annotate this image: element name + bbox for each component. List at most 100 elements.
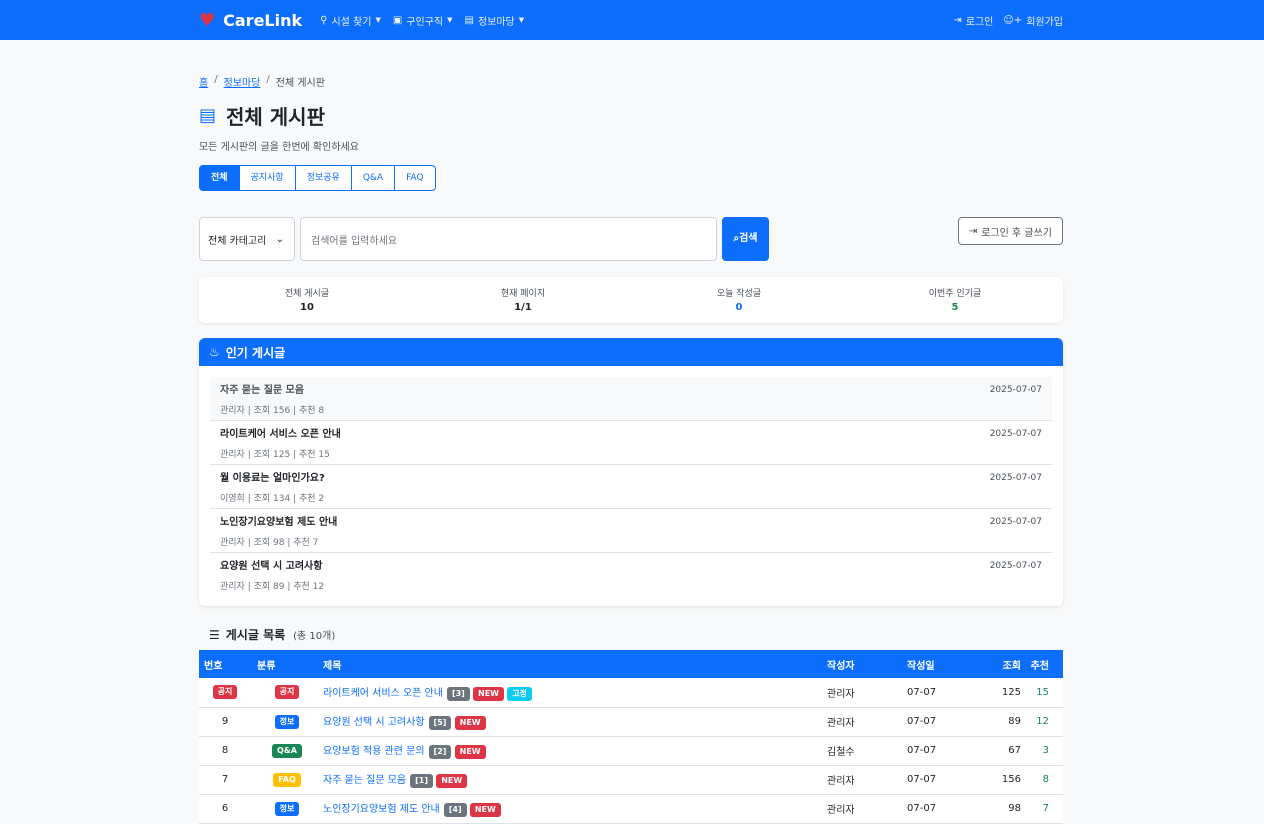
new-badge: NEW — [473, 686, 504, 701]
cell-date: 07-07 — [907, 736, 973, 766]
write-button[interactable]: ⇥ 로그인 후 글쓰기 — [957, 217, 1063, 245]
row-number: 6 — [221, 803, 229, 814]
search-input[interactable]: 검색어를 입력하세요 — [300, 217, 717, 261]
post-table: 번호 분류 제목 작성자 작성일 조회 추천 공지 공지 라이트케어 서비스 오픈 … — [199, 650, 1063, 824]
list-icon: ☰ — [209, 628, 220, 642]
page-title: ▤ 전체 게시판 — [199, 101, 1063, 130]
cell-title: 노인장기요양보험 제도 안내 [4] NEW — [323, 794, 827, 824]
table-row[interactable]: 공지 공지 라이트케어 서비스 오픈 안내 [3] NEW 고정 관리자 07-07 125… — [199, 678, 1063, 708]
cell-date: 07-07 — [907, 678, 973, 708]
stat-page: 현재 페이지 1/1 — [500, 289, 546, 313]
col-number[interactable]: 번호 — [199, 650, 251, 678]
popular-post-item[interactable]: 요양원 선택 시 고려사항 관리자 | 조회 89 | 추천 12 2025-07… — [210, 553, 1052, 597]
cell-title: 요양원 선택 시 고려사항 [5] NEW — [323, 707, 827, 737]
new-badge: NEW — [469, 803, 501, 817]
tab-qna[interactable]: Q&A — [350, 165, 396, 191]
heart-icon: ♥ — [199, 9, 216, 31]
cell-date: 07-07 — [907, 707, 973, 737]
tab-faq[interactable]: FAQ — [394, 165, 436, 191]
category-select[interactable]: 전체 카테고리 ⌄ — [199, 217, 295, 261]
category-badge: FAQ — [273, 772, 301, 787]
post-title-link[interactable]: 라이트케어 서비스 오픈 안내 — [323, 688, 443, 699]
cell-author: 관리자 — [827, 678, 907, 708]
briefcase-icon: ▣ — [392, 14, 403, 26]
post-title-link[interactable]: 노인장기요양보험 제도 안내 — [323, 804, 440, 815]
post-list-title: 게시글 목록 — [225, 628, 286, 642]
caret-down-icon: ▼ — [518, 16, 525, 24]
category-badge: 정보 — [274, 801, 300, 816]
breadcrumb-home[interactable]: 홈 — [199, 74, 208, 89]
stat-today: 오늘 작성글 0 — [716, 289, 762, 313]
nav-jobs-dropdown[interactable]: ▣ 구인구직 ▼ — [393, 13, 453, 28]
cell-views: 156 — [973, 765, 1021, 795]
brand-name: CareLink — [223, 10, 303, 30]
cell-author: 관리자 — [827, 794, 907, 824]
signup-link[interactable]: ☺+ 회원가입 — [1003, 13, 1063, 28]
category-tabs: 전체 공지사항 정보공유 Q&A FAQ — [199, 165, 1063, 191]
notice-badge: 공지 — [212, 685, 238, 700]
popular-post-item[interactable]: 월 이용료는 얼마인가요? 이영희 | 조회 134 | 추천 2 2025-07… — [210, 465, 1052, 509]
breadcrumb-info[interactable]: 정보마당 — [224, 74, 261, 89]
brand-logo[interactable]: ♥ CareLink — [199, 10, 302, 31]
row-number: 9 — [221, 716, 229, 727]
popular-post-item[interactable]: 노인장기요양보험 제도 안내 관리자 | 조회 98 | 추천 7 2025-07… — [210, 509, 1052, 553]
new-badge: NEW — [454, 745, 486, 759]
post-list-header: ☰ 게시글 목록 (총 10개) — [199, 626, 1063, 643]
col-category[interactable]: 분류 — [251, 650, 323, 678]
category-badge: Q&A — [272, 743, 302, 758]
user-plus-icon: ☺+ — [1003, 14, 1023, 26]
popular-posts-list: 자주 묻는 질문 모음 관리자 | 조회 156 | 추천 8 2025-07-0… — [199, 366, 1063, 606]
map-pin-icon: ⚲ — [320, 14, 328, 26]
stat-weekly-popular: 이번주 인기글 5 — [928, 289, 982, 313]
popular-posts-card: ♨ 인기 게시글 자주 묻는 질문 모음 관리자 | 조회 156 | 추천 8 … — [199, 338, 1063, 606]
post-title-link[interactable]: 요양원 선택 시 고려사항 — [323, 717, 425, 728]
col-views[interactable]: 조회 — [973, 650, 1021, 678]
comment-count-badge: [3] — [446, 686, 470, 701]
comment-count-badge: [4] — [443, 803, 467, 817]
top-navbar: ♥ CareLink ⚲ 시설 찾기 ▼ ▣ 구인구직 ▼ ▤ 정보마당 ▼ ⇥ — [0, 0, 1264, 40]
popular-post-item[interactable]: 라이트케어 서비스 오픈 안내 관리자 | 조회 125 | 추천 15 2025… — [210, 421, 1052, 465]
cell-author: 관리자 — [827, 707, 907, 737]
table-row[interactable]: 9 정보 요양원 선택 시 고려사항 [5] NEW 관리자 07-07 89 12 — [199, 707, 1063, 737]
tab-all[interactable]: 전체 — [199, 165, 240, 191]
category-select-value: 전체 카테고리 — [208, 235, 267, 247]
popular-posts-header: ♨ 인기 게시글 — [199, 338, 1063, 366]
login-link[interactable]: ⇥ 로그인 — [953, 13, 993, 28]
pinned-badge: 고정 — [507, 686, 532, 701]
page-title-text: 전체 게시판 — [226, 105, 325, 129]
category-badge: 공지 — [274, 685, 300, 700]
tab-info-share[interactable]: 정보공유 — [294, 165, 352, 191]
cell-views: 67 — [973, 736, 1021, 766]
cell-title: 자주 묻는 질문 모음 [1] NEW — [323, 765, 827, 795]
search-button[interactable]: ⌕ 검색 — [722, 217, 769, 261]
chevron-down-icon: ⌄ — [275, 233, 284, 245]
post-title-link[interactable]: 자주 묻는 질문 모음 — [323, 775, 406, 786]
table-row[interactable]: 8 Q&A 요양보험 적용 관련 문의 [2] NEW 김철수 07-07 67 3 — [199, 736, 1063, 766]
popular-post-item[interactable]: 자주 묻는 질문 모음 관리자 | 조회 156 | 추천 8 2025-07-0… — [210, 377, 1052, 421]
stats-card: 전체 게시글 10 현재 페이지 1/1 오늘 작성글 0 이번주 인기글 5 — [199, 277, 1063, 323]
cell-number: 6 — [199, 794, 251, 824]
comment-count-badge: [2] — [428, 745, 452, 759]
post-title-link[interactable]: 요양보험 적용 관련 문의 — [323, 746, 425, 757]
cell-category: 정보 — [251, 707, 323, 737]
cell-date: 07-07 — [907, 794, 973, 824]
col-date[interactable]: 작성일 — [907, 650, 973, 678]
cell-number: 9 — [199, 707, 251, 737]
tab-notice[interactable]: 공지사항 — [238, 165, 296, 191]
nav-info-dropdown[interactable]: ▤ 정보마당 ▼ — [465, 13, 525, 28]
main-container: 홈 / 정보마당 / 전체 게시판 ▤ 전체 게시판 모든 게시판의 글을 한번… — [199, 40, 1063, 824]
table-row[interactable]: 7 FAQ 자주 묻는 질문 모음 [1] NEW 관리자 07-07 156 8 — [199, 765, 1063, 795]
cell-author: 김철수 — [827, 736, 907, 766]
nav-jobs-label: 구인구직 — [406, 16, 444, 28]
col-likes[interactable]: 추천 — [1021, 650, 1063, 678]
caret-down-icon: ▼ — [447, 16, 453, 24]
nav-facility-dropdown[interactable]: ⚲ 시설 찾기 ▼ — [320, 13, 381, 28]
cell-title: 라이트케어 서비스 오픈 안내 [3] NEW 고정 — [323, 678, 827, 708]
table-row[interactable]: 6 정보 노인장기요양보험 제도 안내 [4] NEW 관리자 07-07 98 7 — [199, 794, 1063, 824]
col-author[interactable]: 작성자 — [827, 650, 907, 678]
comment-count-badge: [1] — [410, 774, 434, 788]
col-title[interactable]: 제목 — [323, 650, 827, 678]
sign-in-icon: ⇥ — [953, 14, 962, 26]
cell-number: 공지 — [199, 678, 251, 708]
cell-likes: 3 — [1021, 736, 1063, 766]
